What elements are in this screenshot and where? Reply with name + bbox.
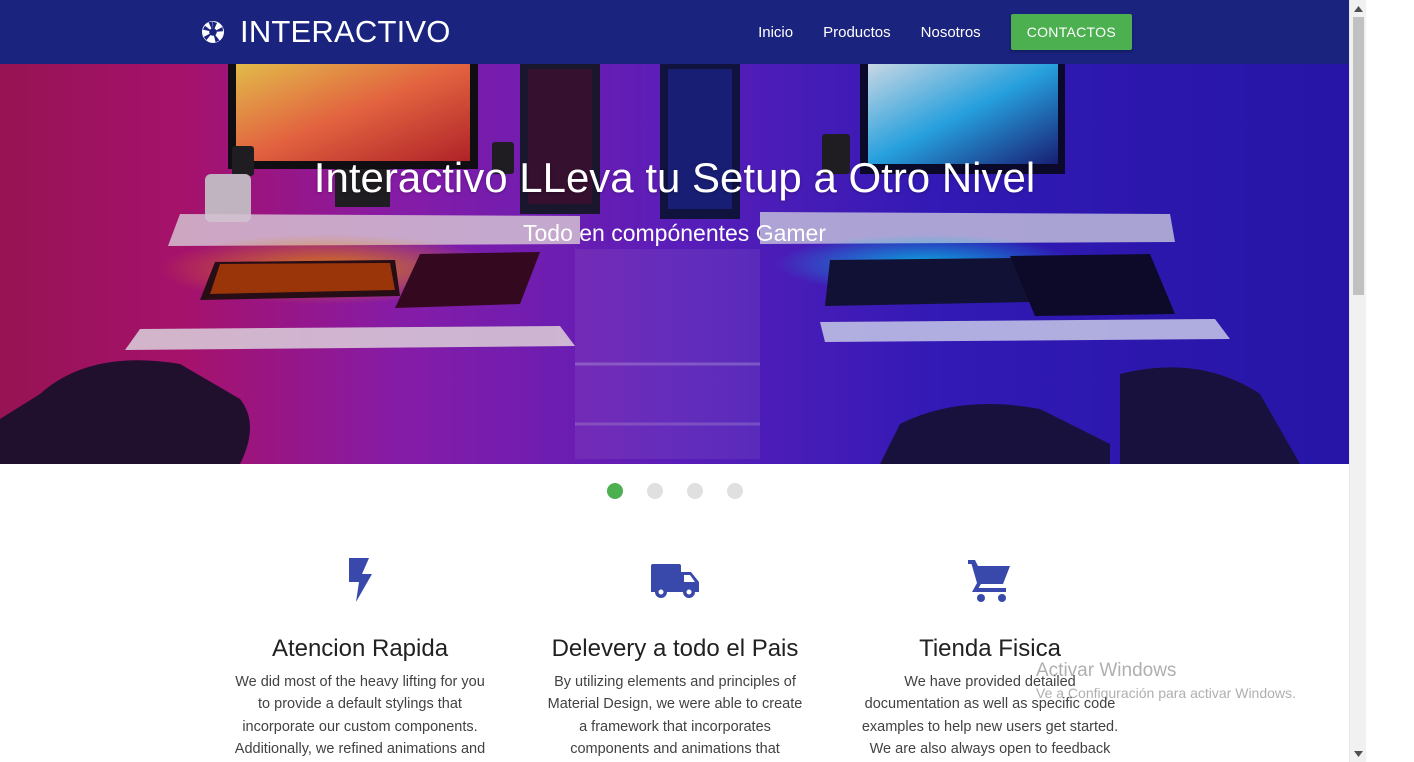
feature-title: Atencion Rapida — [271, 635, 449, 662]
flash-icon — [230, 555, 490, 605]
nav-link-productos[interactable]: Productos — [823, 24, 891, 41]
hero-background-image — [0, 64, 1349, 464]
activation-watermark-text: Ve a Configuración para activar Windows. — [1036, 685, 1296, 701]
cart-icon — [860, 555, 1120, 605]
scroll-up-arrow-icon[interactable] — [1350, 0, 1367, 17]
feature-text: By utilizing elements and principles of … — [547, 674, 803, 757]
vertical-scrollbar[interactable] — [1349, 0, 1366, 762]
page: INTERACTIVO Inicio Productos Nosotros CO… — [0, 0, 1349, 762]
carousel-dot-3[interactable] — [687, 483, 703, 499]
carousel-dot-1[interactable] — [607, 483, 623, 499]
nav-link-nosotros[interactable]: Nosotros — [921, 24, 981, 41]
feature-delevery: Delevery a todo el Pais By utilizing ele… — [545, 555, 805, 762]
scroll-down-arrow-icon[interactable] — [1350, 745, 1367, 762]
brand-logo[interactable]: INTERACTIVO — [200, 0, 451, 64]
hero-title: Interactivo LLeva tu Setup a Otro Nivel — [313, 154, 1036, 201]
activation-watermark-title: Activar Windows — [1036, 660, 1177, 681]
hero-subtitle: Todo en compónentes Gamer — [522, 220, 826, 246]
feature-tienda-fisica: Tienda Fisica We have provided detailed … — [860, 555, 1120, 762]
feature-atencion-rapida: Atencion Rapida We did most of the heavy… — [230, 555, 490, 760]
hero-slider: Interactivo LLeva tu Setup a Otro Nivel … — [0, 64, 1349, 464]
contactos-button[interactable]: CONTACTOS — [1010, 14, 1132, 50]
carousel-indicators — [607, 483, 767, 499]
carousel-dot-2[interactable] — [647, 483, 663, 499]
truck-icon — [545, 555, 805, 605]
scrollbar-thumb[interactable] — [1353, 17, 1364, 295]
carousel-dot-4[interactable] — [727, 483, 743, 499]
camera-shutter-icon — [200, 19, 226, 45]
top-navbar: INTERACTIVO Inicio Productos Nosotros CO… — [0, 0, 1349, 64]
feature-title: Tienda Fisica — [919, 635, 1061, 662]
nav-link-inicio[interactable]: Inicio — [758, 24, 793, 41]
brand-name: INTERACTIVO — [240, 14, 451, 49]
feature-title: Delevery a todo el Pais — [551, 635, 799, 662]
nav-menu: Inicio Productos Nosotros CONTACTOS — [728, 0, 1132, 64]
feature-text: We did most of the heavy lifting for you… — [234, 674, 486, 757]
